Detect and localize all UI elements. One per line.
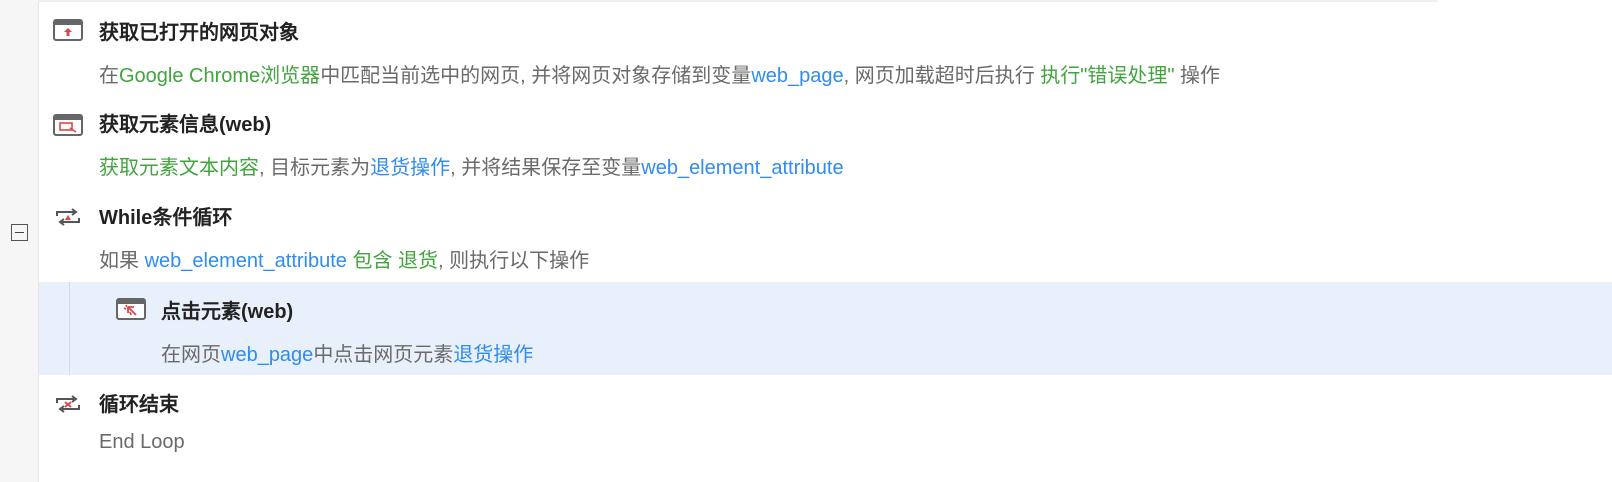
variable-web-page[interactable]: web_page [221,344,313,366]
description-text: 在网页 [161,344,221,366]
info-type[interactable]: 获取元素文本内容 [99,157,259,179]
description-text: 在 [99,65,119,87]
variable-web-element-attribute[interactable]: web_element_attribute [641,157,843,179]
element-info-icon [53,114,83,136]
step-description: 获取元素文本内容, 目标元素为退货操作, 并将结果保存至变量web_elemen… [99,151,844,180]
description-text: 操作 [1174,65,1221,87]
collapse-loop-toggle[interactable] [11,224,28,241]
description-text: , 则执行以下操作 [438,250,590,272]
step-description: 在网页web_page中点击网页元素退货操作 [161,338,533,367]
nesting-guide-line [69,282,70,375]
browser-open-icon [53,19,83,41]
step-get-webpage[interactable]: 获取已打开的网页对象 在Google Chrome浏览器中匹配当前选中的网页, … [39,2,1612,95]
step-while-loop[interactable]: While条件循环 如果 web_element_attribute 包含 退货… [39,188,1612,281]
step-title: 循环结束 [99,394,179,416]
step-description: 如果 web_element_attribute 包含 退货, 则执行以下操作 [99,244,589,273]
variable-web-page[interactable]: web_page [751,65,843,87]
description-text: 中匹配当前选中的网页, 并将网页对象存储到变量 [320,65,752,87]
while-loop-icon [56,208,80,226]
description-text: 如果 [99,250,145,272]
loop-end-icon [56,395,80,413]
left-gutter [0,0,39,482]
description-text: 中点击网页元素 [313,344,454,366]
condition-value[interactable]: 退货 [398,250,438,272]
error-handling-option[interactable]: 执行"错误处理" [1040,65,1174,87]
description-text: , 网页加载超时后执行 [843,65,1041,87]
step-description: End Loop [99,431,185,453]
step-description: 在Google Chrome浏览器中匹配当前选中的网页, 并将网页对象存储到变量… [99,59,1220,88]
description-text: , 并将结果保存至变量 [450,157,642,179]
step-title: 获取元素信息(web) [99,114,272,136]
target-element[interactable]: 退货操作 [453,344,533,366]
step-click-element[interactable]: 点击元素(web) 在网页web_page中点击网页元素退货操作 [39,282,1612,375]
step-title: 获取已打开的网页对象 [99,22,299,44]
browser-name[interactable]: Google Chrome浏览器 [119,65,320,87]
step-end-loop[interactable]: 循环结束 End Loop [39,375,1612,468]
condition-operator[interactable]: 包含 [347,250,398,272]
click-element-icon [116,298,146,320]
target-element[interactable]: 退货操作 [370,157,450,179]
description-text: , 目标元素为 [259,157,371,179]
step-get-element-info[interactable]: 获取元素信息(web) 获取元素文本内容, 目标元素为退货操作, 并将结果保存至… [39,95,1612,188]
condition-variable[interactable]: web_element_attribute [145,250,347,272]
step-title: 点击元素(web) [161,301,294,323]
step-title: While条件循环 [99,207,233,229]
